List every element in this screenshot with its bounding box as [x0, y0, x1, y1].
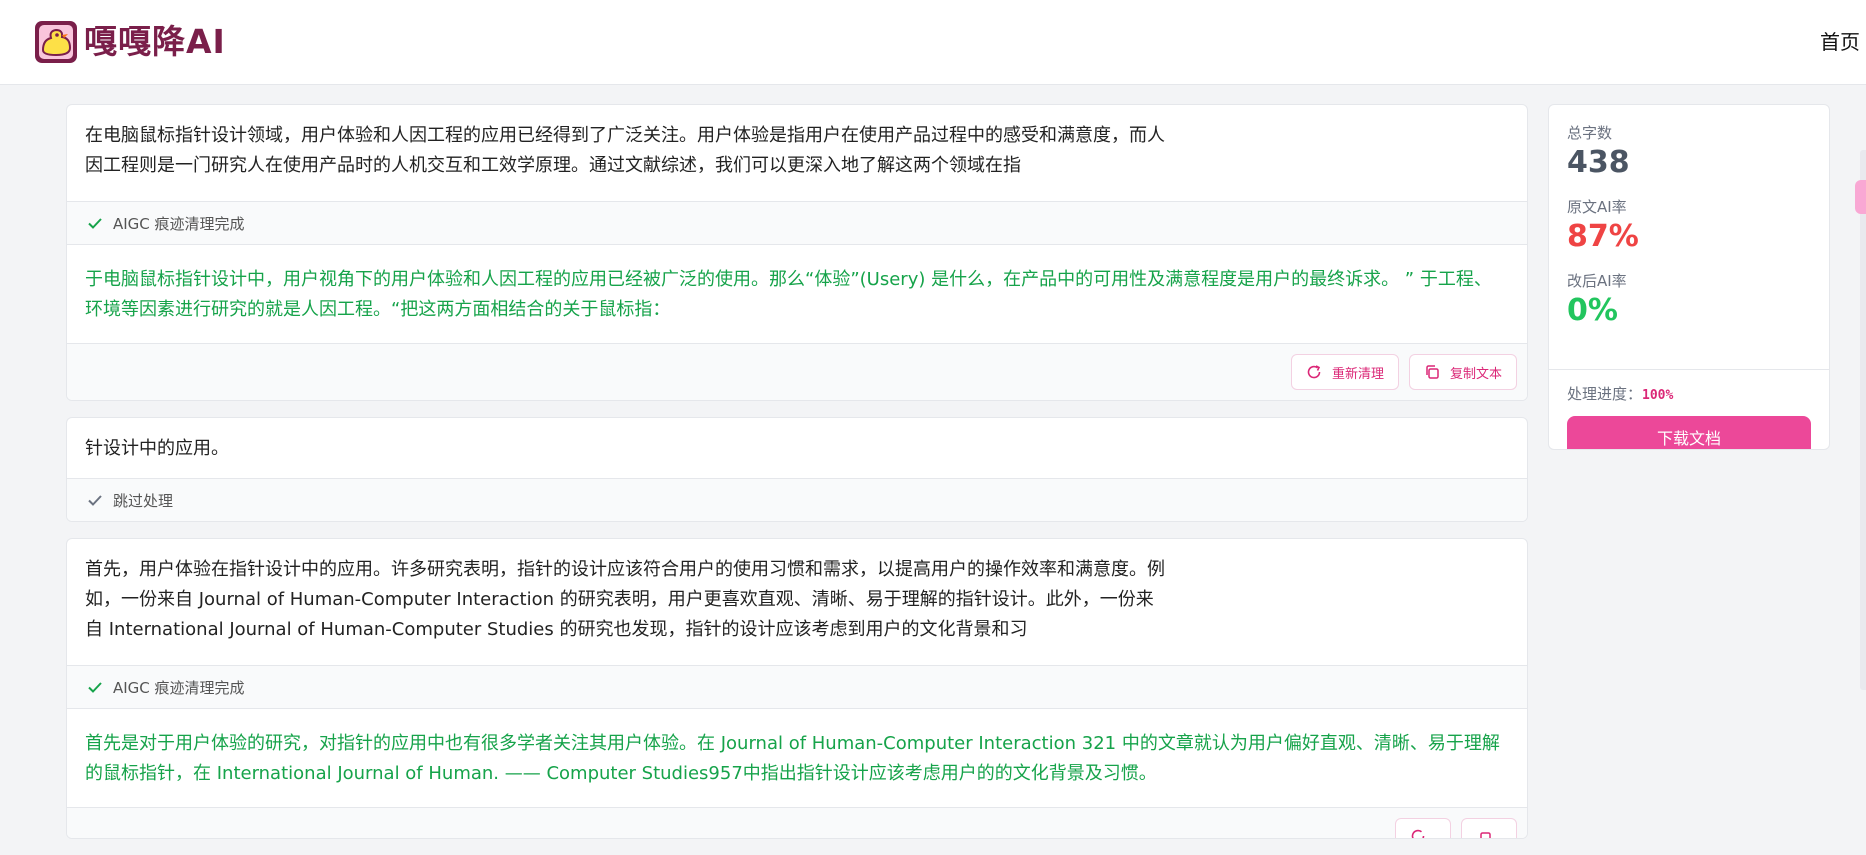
- result-text: 首先是对于用户体验的研究，对指针的应用中也有很多学者关注其用户体验。在 Jour…: [85, 733, 1500, 784]
- original-ai-rate-value: 87%: [1567, 219, 1639, 254]
- scrollbar-thumb[interactable]: [1855, 180, 1866, 214]
- original-text-block: 针设计中的应用。: [67, 418, 1527, 478]
- status-bar: AIGC 痕迹清理完成: [67, 665, 1527, 709]
- original-text: 首先，用户体验在指针设计中的应用。许多研究表明，指针的设计应该符合用户的使用习惯…: [85, 559, 1165, 640]
- total-words-value: 438: [1567, 145, 1630, 180]
- status-text: 跳过处理: [113, 491, 174, 510]
- original-text-block: 在电脑鼠标指针设计领域，用户体验和人因工程的应用已经得到了广泛关注。用户体验是指…: [67, 105, 1527, 201]
- original-text: 针设计中的应用。: [85, 438, 229, 459]
- original-text: 在电脑鼠标指针设计领域，用户体验和人因工程的应用已经得到了广泛关注。用户体验是指…: [85, 125, 1165, 176]
- total-words-label: 总字数: [1567, 124, 1613, 142]
- copy-button[interactable]: [1461, 818, 1517, 838]
- copy-button[interactable]: 复制文本: [1408, 354, 1517, 390]
- status-text: AIGC 痕迹清理完成: [113, 214, 245, 233]
- revised-ai-rate-value: 0%: [1567, 293, 1618, 328]
- stats-panel: 总字数 438 原文AI率 87% 改后AI率 0% 处理进度：100% 下载文…: [1548, 104, 1830, 450]
- status-bar: AIGC 痕迹清理完成: [67, 201, 1527, 245]
- segment-list: 在电脑鼠标指针设计领域，用户体验和人因工程的应用已经得到了广泛关注。用户体验是指…: [66, 104, 1528, 855]
- retry-button[interactable]: 重新清理: [1290, 354, 1399, 390]
- segment-card: 针设计中的应用。 跳过处理: [66, 417, 1528, 522]
- nav-home-link[interactable]: 首页: [1820, 28, 1860, 56]
- brand-logo[interactable]: 嘎嘎降AI: [34, 20, 226, 64]
- logo-duck-icon: [35, 21, 77, 63]
- logo-text: 嘎嘎降AI: [84, 22, 226, 61]
- revised-ai-rate-label: 改后AI率: [1567, 272, 1627, 290]
- download-button[interactable]: 下载文档: [1567, 416, 1811, 449]
- check-icon: [88, 682, 102, 693]
- result-text: 于电脑鼠标指针设计中，用户视角下的用户体验和人因工程的应用已经被广泛的使用。那么…: [85, 269, 1492, 320]
- segment-card: 在电脑鼠标指针设计领域，用户体验和人因工程的应用已经得到了广泛关注。用户体验是指…: [66, 104, 1528, 401]
- refresh-icon: [1411, 829, 1425, 838]
- progress-value: 100%: [1642, 388, 1674, 403]
- top-header: 嘎嘎降AI 首页: [0, 0, 1866, 85]
- status-bar: 跳过处理: [67, 478, 1527, 521]
- retry-label: 重新清理: [1331, 366, 1384, 382]
- progress-row: 处理进度：100%: [1549, 370, 1829, 408]
- copy-icon: [1426, 365, 1439, 379]
- copy-icon: [1480, 832, 1491, 838]
- check-icon: [88, 495, 102, 506]
- refresh-icon: [1307, 365, 1321, 379]
- original-text-block: 首先，用户体验在指针设计中的应用。许多研究表明，指针的设计应该符合用户的使用习惯…: [67, 539, 1527, 665]
- status-text: AIGC 痕迹清理完成: [113, 678, 245, 697]
- segment-card: 首先，用户体验在指针设计中的应用。许多研究表明，指针的设计应该符合用户的使用习惯…: [66, 538, 1528, 839]
- progress-label: 处理进度：: [1567, 385, 1643, 403]
- retry-button[interactable]: [1395, 818, 1451, 838]
- stats-block: 总字数 438 原文AI率 87% 改后AI率 0%: [1549, 105, 1829, 369]
- scrollbar-track[interactable]: [1860, 150, 1866, 690]
- action-bar: [67, 807, 1527, 838]
- check-icon: [88, 218, 102, 229]
- original-ai-rate-label: 原文AI率: [1567, 198, 1627, 216]
- action-bar: 重新清理 复制文本: [67, 343, 1527, 400]
- copy-label: 复制文本: [1449, 366, 1502, 382]
